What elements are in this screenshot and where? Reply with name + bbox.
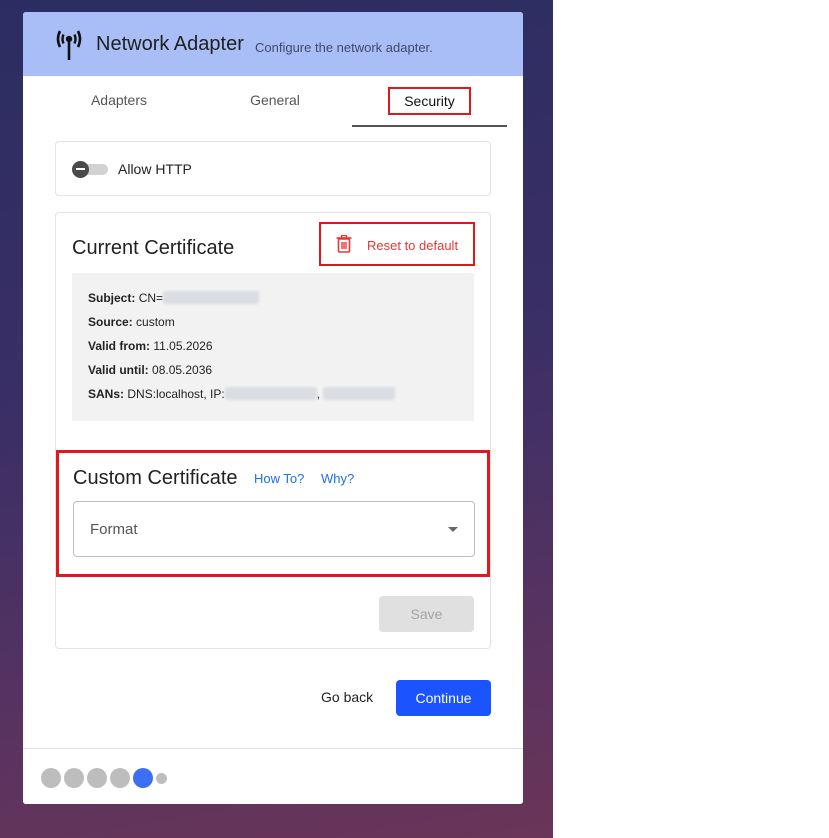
- step-dot: [156, 773, 167, 784]
- go-back-button[interactable]: Go back: [321, 689, 373, 705]
- certificate-card: Current Certificate Reset to default Sub…: [55, 212, 491, 649]
- tab-security[interactable]: Security: [352, 76, 507, 127]
- page-title: Network Adapter: [96, 33, 244, 55]
- reset-to-default-label: Reset to default: [367, 238, 459, 253]
- current-certificate-title: Current Certificate: [72, 237, 235, 259]
- page-subtitle: Configure the network adapter.: [255, 40, 433, 55]
- subject-label: Subject:: [88, 291, 136, 305]
- certificate-details: Subject: CN= Source: custom Valid from: …: [72, 273, 474, 421]
- sans-label: SANs:: [88, 387, 125, 401]
- subject-row: Subject: CN=: [88, 291, 260, 305]
- allow-http-label: Allow HTTP: [118, 161, 192, 177]
- tab-security-label: Security: [388, 87, 471, 115]
- subject-prefix: CN=: [138, 291, 164, 305]
- allow-http-toggle[interactable]: [72, 161, 110, 178]
- sans-row: SANs: DNS:localhost, IP:,: [88, 387, 396, 401]
- valid-from-label: Valid from:: [88, 339, 151, 353]
- step-dot: [64, 768, 84, 788]
- redacted-ip-2: [323, 387, 396, 400]
- valid-until-row: Valid until: 08.05.2036: [88, 363, 212, 377]
- source-row: Source: custom: [88, 315, 175, 329]
- redacted-ip-1: [224, 387, 317, 400]
- source-label: Source:: [88, 315, 133, 329]
- step-dot: [41, 768, 61, 788]
- save-button[interactable]: Save: [379, 596, 474, 632]
- chevron-down-icon: [448, 527, 458, 532]
- toggle-knob: [72, 161, 89, 178]
- valid-until-label: Valid until:: [88, 363, 149, 377]
- step-dot: [110, 768, 130, 788]
- step-dot-current: [133, 768, 153, 788]
- valid-from-value: 11.05.2026: [153, 339, 213, 353]
- tab-adapters[interactable]: Adapters: [53, 76, 185, 125]
- tab-general[interactable]: General: [209, 76, 341, 125]
- custom-certificate-title: Custom Certificate: [73, 467, 238, 489]
- window-header: Network Adapter Configure the network ad…: [23, 12, 523, 76]
- format-select-label: Format: [90, 521, 138, 538]
- sans-prefix: DNS:localhost, IP:: [127, 387, 225, 401]
- custom-certificate-section: Custom Certificate How To? Why? Format: [56, 450, 490, 577]
- continue-button[interactable]: Continue: [396, 680, 491, 716]
- antenna-icon: [56, 30, 82, 60]
- source-value: custom: [136, 315, 175, 329]
- trash-icon: [336, 235, 352, 253]
- reset-to-default-button[interactable]: Reset to default: [319, 222, 475, 266]
- valid-until-value: 08.05.2036: [152, 363, 213, 377]
- step-dot: [87, 768, 107, 788]
- valid-from-row: Valid from: 11.05.2026: [88, 339, 213, 353]
- http-card: Allow HTTP: [55, 141, 491, 196]
- sans-separator: ,: [316, 387, 321, 401]
- setup-window: Network Adapter Configure the network ad…: [23, 12, 523, 804]
- wizard-footer: [23, 748, 523, 804]
- redacted-subject: [163, 291, 260, 304]
- tab-bar: Adapters General Security: [23, 76, 523, 127]
- how-to-link[interactable]: How To?: [254, 471, 304, 486]
- why-link[interactable]: Why?: [321, 471, 354, 486]
- format-select[interactable]: Format: [73, 501, 475, 557]
